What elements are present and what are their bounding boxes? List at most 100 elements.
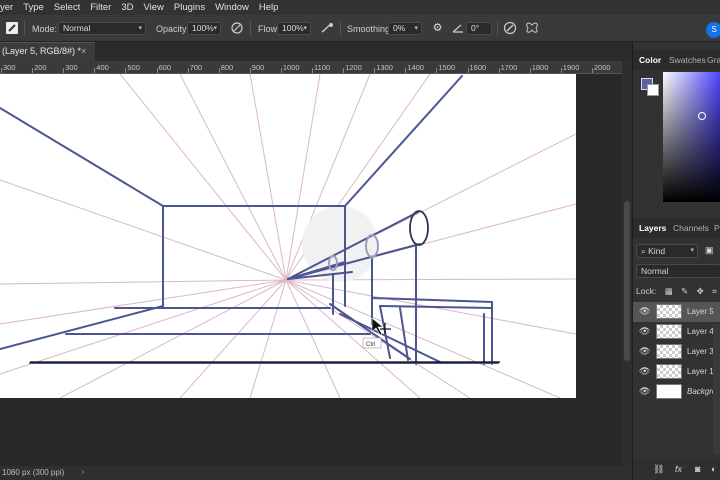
share-button[interactable]: S: [706, 22, 720, 38]
menu-bar: yer Type Select Filter 3D View Plugins W…: [0, 0, 720, 15]
perspective-sketch: Ctrl: [0, 73, 577, 399]
menu-plugins[interactable]: Plugins: [174, 2, 205, 13]
angle-value: 0°: [471, 23, 480, 33]
ruler-tick-mark: [1, 68, 2, 73]
fx-icon[interactable]: fx: [675, 464, 682, 474]
ruler-tick-mark: [63, 68, 65, 73]
perspective-guide-line: [249, 73, 287, 281]
layer-row[interactable]: 👁 Layer 5: [633, 302, 720, 322]
opacity-value: 100%: [192, 23, 214, 33]
lock-transparent-icon[interactable]: ▦: [665, 286, 673, 296]
options-bar: Mode: Normal ▾ Opacity: 100% ▾ Flow: 100% ▾…: [0, 15, 720, 42]
tab-layers[interactable]: Layers: [639, 223, 666, 233]
vertical-scrollbar[interactable]: [622, 61, 632, 466]
layer-row[interactable]: 👁Background: [633, 382, 720, 402]
ruler-tick-mark: [436, 68, 438, 73]
ruler-tick-label: 200: [34, 63, 47, 72]
eye-icon[interactable]: 👁: [639, 346, 650, 357]
menu-select[interactable]: Select: [54, 2, 80, 13]
scrollbar-thumb[interactable]: [624, 201, 630, 361]
layer-row[interactable]: 👁 Layer 4: [633, 322, 720, 342]
document-canvas[interactable]: Ctrl: [0, 73, 577, 399]
tab-swatches[interactable]: Swatches: [669, 55, 706, 65]
ruler-tick-mark: [374, 68, 376, 73]
smoothing-label: Smoothing:: [347, 24, 393, 34]
ruler-tick-mark: [32, 68, 34, 73]
perspective-guide-line: [0, 279, 287, 375]
document-info: 1080 px (300 ppi): [2, 468, 65, 477]
ruler-tick-label: 1600: [469, 63, 487, 72]
pressure-opacity-icon[interactable]: [229, 21, 244, 36]
layer-name: Layer 1: [687, 367, 714, 376]
eye-icon[interactable]: 👁: [639, 386, 650, 397]
brush-tool-icon[interactable]: [4, 21, 19, 36]
chevron-down-icon: ▾: [414, 25, 418, 32]
image-filter-icon[interactable]: ▣: [705, 245, 714, 256]
horizontal-ruler: 300 200 300 400 500 600 700 800 900 1000 1100 1200 1…: [0, 61, 632, 74]
lock-artboard-icon[interactable]: ⌗: [712, 286, 717, 296]
color-picker-field[interactable]: [663, 72, 720, 202]
color-panel-tabs: Color Swatches Gra: [633, 50, 720, 70]
chevron-right-icon[interactable]: ›: [82, 466, 84, 480]
right-panel: Color Swatches Gra Layers Channels P ⌕ K…: [632, 42, 720, 480]
ruler-tick-label: 800: [220, 63, 234, 72]
eye-icon[interactable]: 👁: [639, 326, 650, 337]
mask-icon[interactable]: ◙: [695, 464, 700, 474]
mode-label: Mode:: [32, 24, 58, 34]
perspective-guide-line: [119, 73, 287, 281]
flow-input[interactable]: 100% ▾: [277, 22, 311, 35]
tab-channels[interactable]: Channels: [673, 223, 709, 233]
layer-row[interactable]: 👁 Layer 1: [633, 362, 720, 382]
mode-select[interactable]: Normal ▾: [58, 22, 146, 35]
workspace: Ctrl: [0, 73, 622, 466]
perspective-guide-line: [179, 73, 287, 281]
ruler-tick-mark: [280, 68, 282, 73]
lock-position-icon[interactable]: ✥: [697, 286, 704, 296]
settings-icon[interactable]: ⚙: [430, 21, 445, 36]
menu-window[interactable]: Window: [215, 2, 249, 13]
chevron-down-icon: ▾: [303, 25, 307, 32]
menu-view[interactable]: View: [144, 2, 164, 13]
opacity-label: Opacity:: [156, 24, 190, 34]
layer-name: Layer 4: [687, 327, 714, 336]
ruler-tick-label: 500: [127, 63, 140, 72]
menu-3d[interactable]: 3D: [121, 2, 133, 13]
layer-thumbnail: [656, 324, 682, 339]
flow-value: 100%: [282, 23, 304, 33]
layer-filter-kind[interactable]: ⌕ Kind ▾: [636, 244, 698, 258]
menu-filter[interactable]: Filter: [90, 2, 111, 13]
ruler-tick-mark: [405, 68, 407, 73]
tab-gradients[interactable]: Gra: [707, 55, 720, 65]
ruler-tick-label: 700: [189, 63, 203, 72]
pressure-size-icon[interactable]: [502, 21, 517, 36]
ruler-tick-label: 1700: [500, 63, 518, 72]
opacity-input[interactable]: 100% ▾: [187, 22, 221, 35]
layer-thumbnail: [656, 344, 682, 359]
layer-row[interactable]: 👁 Layer 3: [633, 342, 720, 362]
eye-icon[interactable]: 👁: [639, 306, 650, 317]
tab-color[interactable]: Color: [639, 55, 661, 65]
lock-paint-icon[interactable]: ✎: [681, 286, 688, 296]
layer-thumbnail: [656, 304, 682, 319]
airbrush-icon[interactable]: [319, 21, 334, 36]
menu-help[interactable]: Help: [259, 2, 279, 13]
smoothing-input[interactable]: 0% ▾: [388, 22, 422, 35]
adjustment-icon[interactable]: ◐: [711, 464, 716, 474]
document-tab[interactable]: (Layer 5, RGB/8#) * ×: [0, 42, 95, 61]
angle-input[interactable]: 0°: [466, 22, 492, 35]
tab-paths[interactable]: P: [714, 223, 720, 233]
eye-icon[interactable]: 👁: [639, 366, 650, 377]
ruler-tick-label: 1300: [376, 63, 393, 72]
background-color-swatch[interactable]: [647, 84, 659, 96]
butterfly-icon[interactable]: [524, 21, 539, 36]
kind-label: Kind: [648, 246, 666, 256]
menu-type[interactable]: Type: [23, 2, 44, 13]
color-picker-cursor[interactable]: [698, 112, 706, 120]
layers-scrollbar[interactable]: [713, 324, 720, 454]
close-icon[interactable]: ×: [81, 43, 86, 60]
blend-mode-select[interactable]: Normal: [636, 264, 720, 278]
ruler-tick-label: 1000: [282, 63, 300, 72]
menu-layer[interactable]: yer: [0, 2, 13, 13]
ruler-tick-label: 900: [251, 63, 265, 72]
link-icon[interactable]: ⛓: [653, 464, 664, 475]
